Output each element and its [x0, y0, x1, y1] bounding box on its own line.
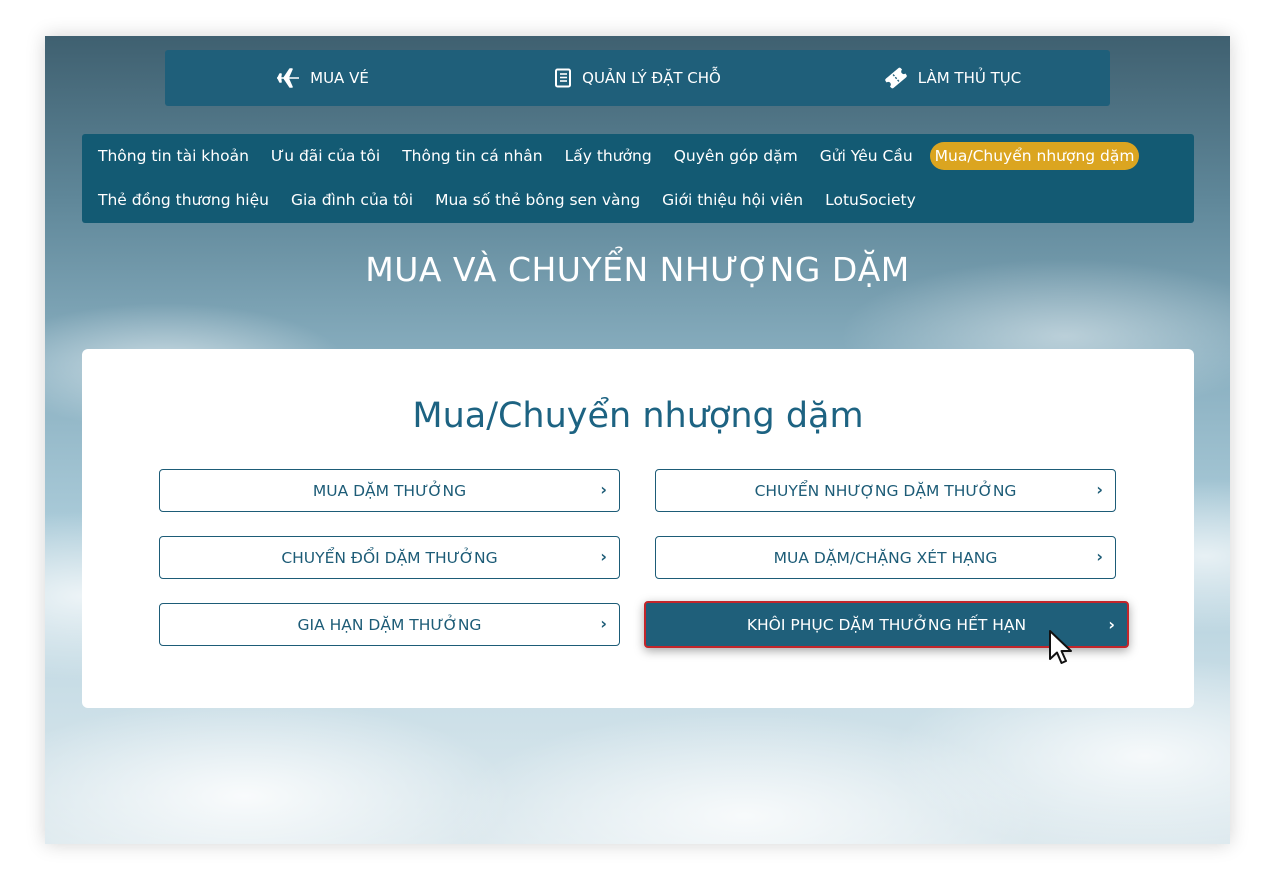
- extend-award-miles-button[interactable]: GIA HẠN DẶM THƯỞNG ›: [159, 603, 620, 646]
- sub-nav-lotusociety[interactable]: LotuSociety: [820, 186, 921, 214]
- check-in-label: LÀM THỦ TỤC: [917, 69, 1022, 87]
- buy-ticket-label: MUA VÉ: [310, 69, 369, 87]
- sub-nav-row-1: Thông tin tài khoản Ưu đãi của tôi Thông…: [93, 139, 1151, 173]
- button-label: GIA HẠN DẶM THƯỞNG: [297, 616, 482, 634]
- booking-book-icon: [555, 68, 572, 88]
- card-title: Mua/Chuyển nhượng dặm: [412, 396, 864, 436]
- sub-nav-refer-member[interactable]: Giới thiệu hội viên: [657, 186, 808, 214]
- sub-nav-send-request[interactable]: Gửi Yêu Cầu: [815, 142, 918, 170]
- chevron-right-icon: ›: [600, 614, 607, 633]
- chevron-right-icon: ›: [600, 547, 607, 566]
- button-label: CHUYỂN NHƯỢNG DẶM THƯỞNG: [754, 482, 1017, 500]
- sub-nav-personal-info[interactable]: Thông tin cá nhân: [397, 142, 547, 170]
- buy-ticket-nav[interactable]: MUA VÉ: [165, 67, 480, 89]
- button-label: MUA DẶM/CHẶNG XÉT HẠNG: [773, 549, 998, 567]
- sub-nav-buy-golden-lotus-number[interactable]: Mua số thẻ bông sen vàng: [430, 186, 645, 214]
- sub-nav-redeem-rewards[interactable]: Lấy thưởng: [560, 142, 657, 170]
- page-viewport: MUA VÉ QUẢN LÝ ĐẶT CHỖ LÀM THỦ TỤC Thông…: [45, 36, 1230, 844]
- check-in-nav[interactable]: LÀM THỦ TỤC: [795, 67, 1110, 89]
- chevron-right-icon: ›: [600, 480, 607, 499]
- buy-award-miles-button[interactable]: MUA DẶM THƯỞNG ›: [159, 469, 620, 512]
- button-label: CHUYỂN ĐỔI DẶM THƯỞNG: [281, 549, 498, 567]
- mouse-cursor-icon: [1049, 630, 1072, 664]
- sub-nav-buy-transfer-miles[interactable]: Mua/Chuyển nhượng dặm: [929, 142, 1140, 170]
- sub-nav-account-info[interactable]: Thông tin tài khoản: [93, 142, 254, 170]
- buy-qualifying-miles-button[interactable]: MUA DẶM/CHẶNG XÉT HẠNG ›: [655, 536, 1116, 579]
- sub-nav-donate-miles[interactable]: Quyên góp dặm: [669, 142, 803, 170]
- chevron-right-icon: ›: [1096, 547, 1103, 566]
- account-sub-nav: Thông tin tài khoản Ưu đãi của tôi Thông…: [82, 134, 1194, 223]
- top-nav-bar: MUA VÉ QUẢN LÝ ĐẶT CHỖ LÀM THỦ TỤC: [165, 50, 1110, 106]
- miles-options-card: Mua/Chuyển nhượng dặm MUA DẶM THƯỞNG › C…: [82, 349, 1194, 708]
- chevron-right-icon: ›: [1108, 615, 1115, 634]
- convert-award-miles-button[interactable]: CHUYỂN ĐỔI DẶM THƯỞNG ›: [159, 536, 620, 579]
- manage-booking-nav[interactable]: QUẢN LÝ ĐẶT CHỖ: [480, 68, 795, 88]
- ticket-icon: [885, 67, 907, 89]
- chevron-right-icon: ›: [1096, 480, 1103, 499]
- sub-nav-row-2: Thẻ đồng thương hiệu Gia đình của tôi Mu…: [93, 183, 933, 217]
- sub-nav-my-family[interactable]: Gia đình của tôi: [286, 186, 418, 214]
- page-title: MUA VÀ CHUYỂN NHƯỢNG DẶM: [365, 250, 910, 289]
- plane-icon: [277, 68, 300, 88]
- sub-nav-my-offers[interactable]: Ưu đãi của tôi: [266, 142, 385, 170]
- sub-nav-cobrand-card[interactable]: Thẻ đồng thương hiệu: [93, 186, 274, 214]
- transfer-award-miles-button[interactable]: CHUYỂN NHƯỢNG DẶM THƯỞNG ›: [655, 469, 1116, 512]
- manage-booking-label: QUẢN LÝ ĐẶT CHỖ: [582, 69, 721, 87]
- button-label: MUA DẶM THƯỞNG: [312, 482, 467, 500]
